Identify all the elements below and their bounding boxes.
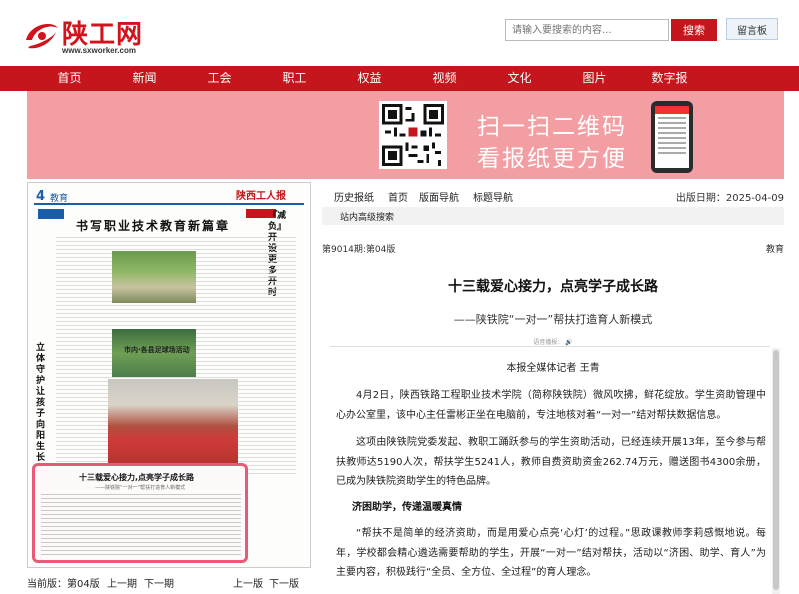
paper-photo-caption: 市内·各县足球场活动 <box>124 346 190 354</box>
article-subtitle: ——陕铁院“一对一”帮扶打造育人新模式 <box>453 313 653 326</box>
nav-item-workers[interactable]: 职工 <box>257 66 332 91</box>
guestbook-button[interactable]: 留言板 <box>726 18 778 40</box>
qr-code-icon <box>379 101 447 169</box>
paper-tag <box>38 209 64 219</box>
prev-page-link[interactable]: 上一版 <box>233 575 263 590</box>
publish-date: 出版日期：2025-04-09 <box>675 193 784 204</box>
article-scrollbar[interactable] <box>772 348 780 594</box>
page-navigation: 当前版：第04版 上一期 下一期 上一版 下一版 <box>27 575 317 590</box>
paper-masthead: 陕西工人报 <box>236 191 286 202</box>
banner-line-1: 扫一扫二维码 <box>477 114 627 140</box>
speaker-icon[interactable]: 🔊 <box>565 339 572 346</box>
nav-item-rights[interactable]: 权益 <box>332 66 407 91</box>
main-nav: 首页 新闻 工会 职工 权益 视频 文化 图片 数字报 <box>0 66 799 91</box>
logo-swoosh-icon <box>26 24 58 49</box>
logo-url: www.sxworker.com <box>62 46 136 55</box>
voice-broadcast[interactable]: 语音播报： 🔊 <box>322 337 784 346</box>
article-paragraph-1: 4月2日，陕西铁路工程职业技术学院（简称陕铁院）微风吹拂，鲜花绽放。学生资助管理… <box>336 390 766 421</box>
article-paragraph-3: “帮扶不是简单的经济资助，而是用爱心点亮‘心灯’的过程。”思政课教师李莉感慨地说… <box>336 528 766 578</box>
site-header: 陕工网 www.sxworker.com 搜索 留言板 <box>0 0 799 66</box>
article-title: 十三载爱心接力，点亮学子成长路 <box>448 279 658 295</box>
page-nav-link[interactable]: 版面导航 <box>419 189 459 204</box>
article-section: 教育 <box>765 245 784 255</box>
prev-issue-link[interactable]: 上一期 <box>107 575 137 590</box>
history-link[interactable]: 历史报纸 <box>334 189 374 204</box>
nav-item-pictures[interactable]: 图片 <box>557 66 632 91</box>
paper-rule <box>34 203 304 205</box>
search-subbar: 站内高级搜索 <box>322 207 784 225</box>
phone-icon <box>651 101 693 173</box>
advanced-search-link[interactable]: 站内高级搜索 <box>340 210 394 223</box>
article-byline: 本报全媒体记者 王青 <box>506 363 600 374</box>
paper-highlighted-article[interactable]: 十三载爱心接力,点亮学子成长路 ——陕铁院“一对一”帮扶打造育人新模式 <box>32 463 248 563</box>
next-page-link[interactable]: 下一版 <box>269 575 299 590</box>
paper-vertical-title-left[interactable]: 立体守护让孩子向阳生长 <box>36 343 48 464</box>
paper-page-number: 4 <box>36 189 46 204</box>
scrollbar-thumb[interactable] <box>773 350 779 590</box>
search-button[interactable]: 搜索 <box>671 19 717 41</box>
epaper-toolbar: 历史报纸 首页 版面导航 标题导航 出版日期：2025-04-09 <box>322 186 784 204</box>
banner-line-2: 看报纸更方便 <box>477 146 627 172</box>
paper-headline[interactable]: 书写职业技术教育新篇章 <box>76 217 230 234</box>
nav-item-home[interactable]: 首页 <box>32 66 107 91</box>
nav-item-news[interactable]: 新闻 <box>107 66 182 91</box>
paper-photo-football[interactable] <box>108 379 238 465</box>
home-link[interactable]: 首页 <box>388 189 408 204</box>
newspaper-page-thumbnail[interactable]: 4 教育 陕西工人报 书写职业技术教育新篇章 『减负』开设更多开时 立体守护让孩… <box>27 182 311 568</box>
highlighted-article-subtitle: ——陕铁院“一对一”帮扶打造育人新模式 <box>95 485 186 491</box>
article-subheading: 济困助学，传递温暖真情 <box>352 502 462 513</box>
nav-item-video[interactable]: 视频 <box>407 66 482 91</box>
paper-photo-students[interactable] <box>112 251 196 303</box>
divider <box>330 346 770 347</box>
current-page-label: 当前版：第04版 <box>27 579 100 590</box>
next-issue-link[interactable]: 下一期 <box>144 575 174 590</box>
highlighted-article-title: 十三载爱心接力,点亮学子成长路 <box>79 473 195 482</box>
voice-label: 语音播报： <box>533 339 564 346</box>
article-paragraph-2: 这项由陕铁院党委发起、教职工踊跃参与的学生资助活动，已经连续开展13年，至今参与… <box>336 437 766 487</box>
nav-item-epaper[interactable]: 数字报 <box>632 66 707 91</box>
nav-item-union[interactable]: 工会 <box>182 66 257 91</box>
issue-number: 第9014期:第04版 <box>322 245 396 255</box>
nav-item-culture[interactable]: 文化 <box>482 66 557 91</box>
search-input[interactable] <box>505 19 669 41</box>
site-logo[interactable]: 陕工网 www.sxworker.com <box>22 12 152 56</box>
qr-banner[interactable]: 扫一扫二维码 看报纸更方便 <box>27 91 784 179</box>
title-nav-link[interactable]: 标题导航 <box>473 189 513 204</box>
highlighted-article-body <box>41 494 241 558</box>
